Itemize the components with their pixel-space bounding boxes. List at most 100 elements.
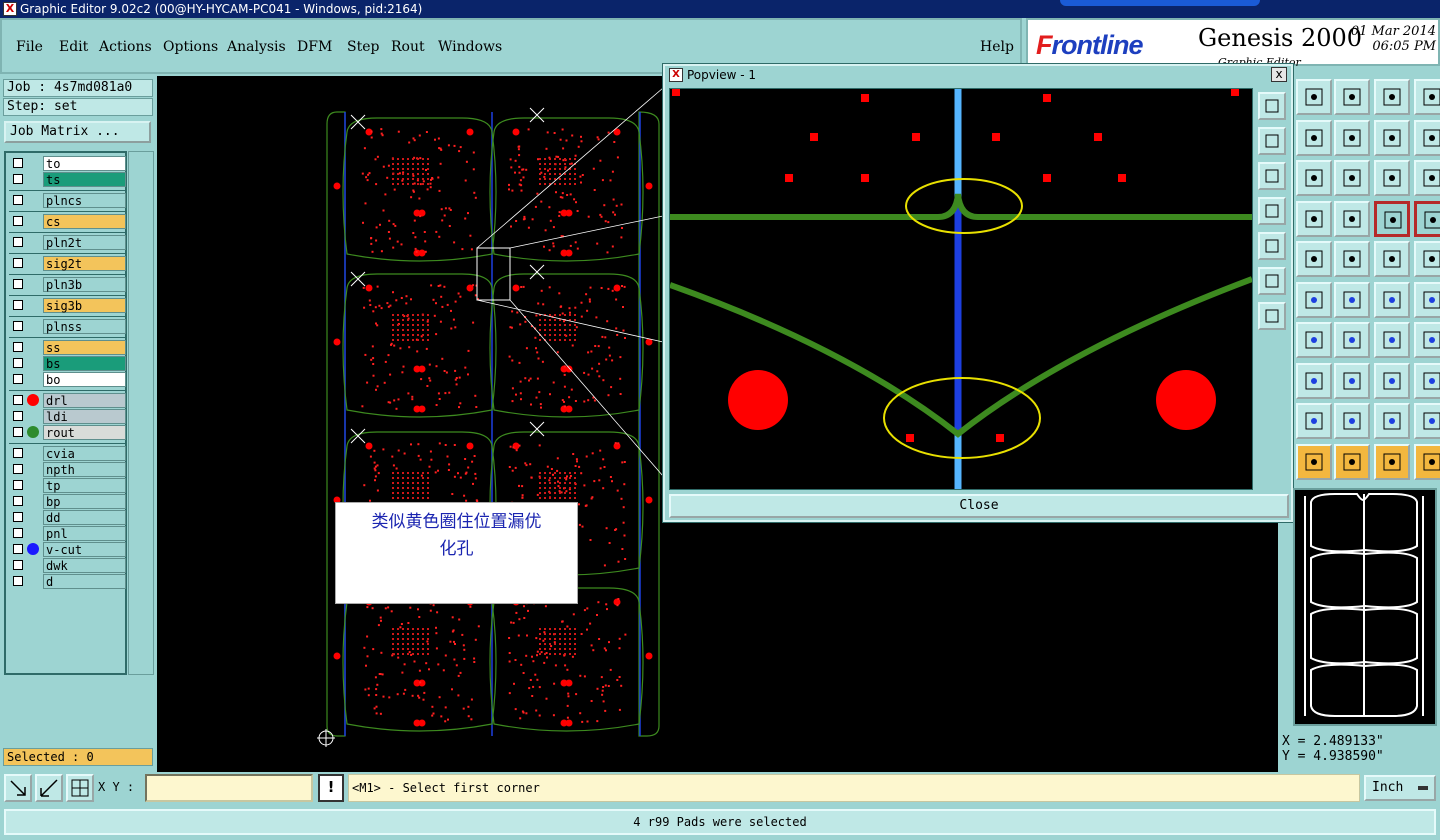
layer-row-tp[interactable]: tp xyxy=(9,478,126,493)
pan-left-icon[interactable] xyxy=(1296,119,1332,156)
layer-row-plnss[interactable]: plnss xyxy=(9,319,126,334)
layer-row-bo[interactable]: bo xyxy=(9,372,126,387)
layer-row-ss[interactable]: ss xyxy=(9,340,126,355)
layer-scrollbar[interactable] xyxy=(128,151,154,675)
zoom-home-icon[interactable] xyxy=(1296,79,1332,115)
line-icon[interactable] xyxy=(1296,281,1332,318)
rotate-icon[interactable] xyxy=(1374,322,1410,358)
layer-name[interactable]: bs xyxy=(43,356,126,371)
shape-icon[interactable] xyxy=(1334,241,1370,277)
layer-row-v-cut[interactable]: v-cut xyxy=(9,542,126,557)
layer-name[interactable]: to xyxy=(43,156,126,171)
align-icon[interactable] xyxy=(1414,322,1440,358)
menu-options[interactable]: Options xyxy=(163,39,218,55)
arc-icon[interactable] xyxy=(1296,403,1332,439)
layer-row-npth[interactable]: npth xyxy=(9,462,126,477)
job-matrix-button[interactable]: Job Matrix ... xyxy=(4,121,151,143)
pad-info-icon[interactable] xyxy=(1374,200,1410,237)
layer-row-bp[interactable]: bp xyxy=(9,494,126,509)
layer-checkbox[interactable] xyxy=(13,279,23,289)
layer-checkbox[interactable] xyxy=(13,258,23,268)
layer-name[interactable]: d xyxy=(43,574,126,589)
menu-edit[interactable]: Edit xyxy=(59,39,88,55)
layer-name[interactable]: ts xyxy=(43,172,126,187)
layer-row-sig2t[interactable]: sig2t xyxy=(9,256,126,271)
layer-row-cs[interactable]: cs xyxy=(9,214,126,229)
layer-checkbox[interactable] xyxy=(13,544,23,554)
snap-icon[interactable] xyxy=(1296,200,1332,237)
route-icon[interactable] xyxy=(1414,443,1440,480)
menu-dfm[interactable]: DFM xyxy=(297,39,332,55)
select-icon[interactable] xyxy=(1374,443,1410,480)
layer-row-d[interactable]: d xyxy=(9,574,126,589)
layer-row-sig3b[interactable]: sig3b xyxy=(9,298,126,313)
layer-name[interactable]: dwk xyxy=(43,558,126,573)
pv-pan-left-icon[interactable] xyxy=(1258,197,1286,225)
layer-name[interactable]: ldi xyxy=(43,409,126,424)
layer-checkbox[interactable] xyxy=(13,300,23,310)
layer-name[interactable]: bo xyxy=(43,372,126,387)
arc-2-icon[interactable] xyxy=(1334,403,1370,439)
pv-zoom-out-icon[interactable] xyxy=(1258,162,1286,190)
layer-row-pnl[interactable]: pnl xyxy=(9,526,126,541)
layer-name[interactable]: dd xyxy=(43,510,126,525)
display-icon[interactable] xyxy=(1296,241,1332,277)
menu-file[interactable]: File xyxy=(16,39,43,55)
layer-name[interactable]: ss xyxy=(43,340,126,355)
layer-name[interactable]: pnl xyxy=(43,526,126,541)
grid-snap-icon[interactable] xyxy=(66,774,94,802)
home-icon[interactable] xyxy=(1374,79,1410,115)
layer-name[interactable]: pln2t xyxy=(43,235,126,250)
connect-2-icon[interactable] xyxy=(1414,281,1440,318)
layer-row-ldi[interactable]: ldi xyxy=(9,409,126,424)
layer-row-ts[interactable]: ts xyxy=(9,172,126,187)
flip-icon[interactable] xyxy=(1374,119,1410,156)
zoom-window-icon[interactable] xyxy=(4,774,32,802)
layer-checkbox[interactable] xyxy=(13,237,23,247)
layer-checkbox[interactable] xyxy=(13,342,23,352)
layer-checkbox[interactable] xyxy=(13,174,23,184)
zoom-in-icon[interactable] xyxy=(1334,79,1370,115)
units-select[interactable]: Inch xyxy=(1364,775,1436,801)
dimension-icon[interactable] xyxy=(1374,362,1410,399)
layer-name[interactable]: sig2t xyxy=(43,256,126,271)
layer-checkbox[interactable] xyxy=(13,195,23,205)
layer-name[interactable]: v-cut xyxy=(43,542,126,557)
pv-zoom-icon[interactable] xyxy=(1258,92,1286,120)
pad-info-2-icon[interactable] xyxy=(1414,200,1440,237)
mirror-icon[interactable] xyxy=(1414,119,1440,156)
xy-input[interactable] xyxy=(145,774,313,802)
close-icon[interactable]: x xyxy=(1271,67,1287,82)
layer-row-cvia[interactable]: cvia xyxy=(9,446,126,461)
layer-name[interactable]: pln3b xyxy=(43,277,126,292)
connect-icon[interactable] xyxy=(1374,281,1410,318)
layer-row-dd[interactable]: dd xyxy=(9,510,126,525)
slope-icon[interactable] xyxy=(1296,322,1332,358)
warning-icon[interactable]: ! xyxy=(318,774,344,802)
layer-row-plncs[interactable]: plncs xyxy=(9,193,126,208)
grid-icon[interactable] xyxy=(1334,200,1370,237)
layer-checkbox[interactable] xyxy=(13,448,23,458)
segment-icon[interactable] xyxy=(1334,362,1370,399)
pad-move-icon[interactable] xyxy=(1296,362,1332,399)
popview-close-button[interactable]: Close xyxy=(669,494,1289,518)
layer-name[interactable]: plnss xyxy=(43,319,126,334)
layer-checkbox[interactable] xyxy=(13,528,23,538)
layer-name[interactable]: tp xyxy=(43,478,126,493)
group-icon[interactable] xyxy=(1414,362,1440,399)
pv-zoom-in-icon[interactable] xyxy=(1258,127,1286,155)
layer-row-to[interactable]: to xyxy=(9,156,126,171)
layer-row-pln2t[interactable]: pln2t xyxy=(9,235,126,250)
pan-right-icon[interactable] xyxy=(1334,119,1370,156)
pv-fit-icon[interactable] xyxy=(1258,267,1286,295)
popview-canvas[interactable] xyxy=(668,88,1254,490)
cross-icon[interactable] xyxy=(1334,281,1370,318)
pv-center-icon[interactable] xyxy=(1258,302,1286,330)
zoom-out-icon[interactable] xyxy=(1296,160,1332,196)
layer-name[interactable]: cs xyxy=(43,214,126,229)
layer-row-pln3b[interactable]: pln3b xyxy=(9,277,126,292)
layer-name[interactable]: cvia xyxy=(43,446,126,461)
arc-4-icon[interactable] xyxy=(1414,403,1440,439)
layer-checkbox[interactable] xyxy=(13,358,23,368)
layer-checkbox[interactable] xyxy=(13,576,23,586)
